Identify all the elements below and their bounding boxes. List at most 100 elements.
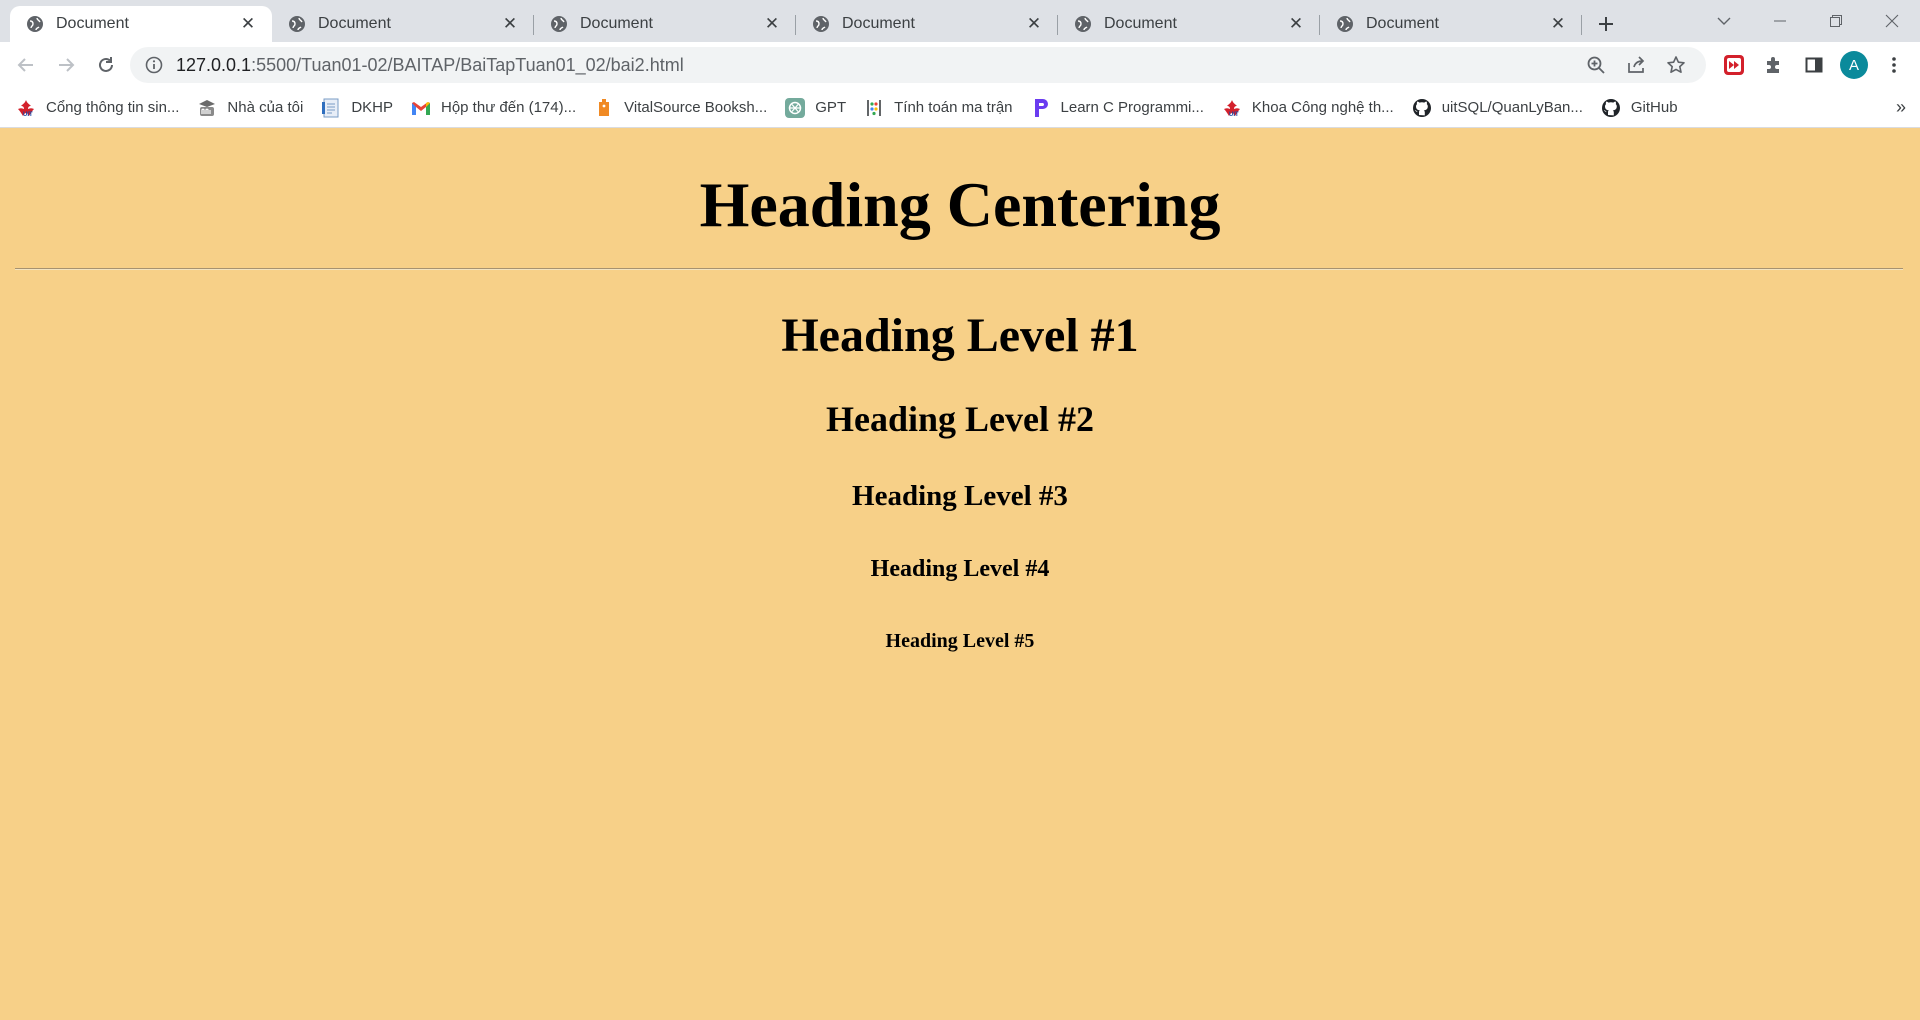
uit-logo-icon: UIT: [1222, 98, 1242, 118]
share-button[interactable]: [1616, 47, 1656, 83]
tab-title: Document: [56, 15, 129, 32]
svg-text:UIT: UIT: [23, 112, 33, 117]
extension-fast-forward-icon: [1724, 55, 1744, 75]
globe-icon: [813, 16, 829, 32]
bookmark-item[interactable]: GPT: [785, 97, 847, 118]
gmail-icon: [411, 98, 431, 118]
heading-level-1: Heading Level #1: [781, 309, 1139, 362]
bookmark-label: GPT: [815, 99, 847, 116]
tab-document-1[interactable]: Document ✕: [10, 6, 272, 42]
bookmark-label: Cổng thông tin sin...: [46, 99, 180, 116]
page-content: Heading Centering Heading Level #1 Headi…: [0, 128, 1920, 1020]
menu-button[interactable]: [1874, 45, 1914, 85]
bookmark-item[interactable]: VitalSource Booksh...: [594, 98, 767, 118]
extensions-menu-button[interactable]: [1754, 45, 1794, 85]
github-icon: [1412, 98, 1432, 118]
bookmark-label: Tính toán ma trận: [894, 99, 1013, 116]
reload-icon: [99, 57, 113, 72]
bookmark-item[interactable]: Tính toán ma trận: [864, 98, 1013, 118]
openai-icon: [785, 97, 806, 118]
zoom-button[interactable]: [1576, 47, 1616, 83]
close-icon[interactable]: ✕: [500, 14, 520, 34]
kebab-menu-icon: [1892, 57, 1896, 73]
window-controls: [1696, 0, 1920, 42]
programiz-icon: [1031, 98, 1051, 118]
avatar: A: [1840, 51, 1868, 79]
tab-separator: [1581, 15, 1582, 35]
bookmark-item[interactable]: GitHub: [1601, 98, 1678, 118]
address-bar[interactable]: 127.0.0.1:5500/Tuan01-02/BAITAP/BaiTapTu…: [130, 47, 1706, 83]
toolbar: 127.0.0.1:5500/Tuan01-02/BAITAP/BaiTapTu…: [0, 42, 1920, 88]
bookmark-item[interactable]: Nhà của tôi: [197, 98, 303, 118]
bookmark-item[interactable]: uitSQL/QuanLyBan...: [1412, 98, 1583, 118]
bookmarks-overflow-button[interactable]: »: [1896, 97, 1906, 118]
minimize-icon: [1774, 20, 1786, 22]
tab-document-4[interactable]: Document ✕: [796, 6, 1058, 42]
globe-icon: [27, 16, 43, 32]
browser-window: Document ✕ Document ✕ Document ✕ Documen…: [0, 0, 1920, 1020]
tab-search-button[interactable]: [1696, 0, 1752, 42]
zoom-in-icon: [1587, 56, 1605, 74]
bookmark-item[interactable]: UIT Khoa Công nghệ th...: [1222, 98, 1394, 118]
new-tab-button[interactable]: [1588, 6, 1624, 42]
svg-text:UIT: UIT: [1229, 112, 1239, 117]
close-window-button[interactable]: [1864, 0, 1920, 42]
heading-level-2: Heading Level #2: [826, 399, 1094, 439]
puzzle-icon: [1767, 57, 1779, 73]
bookmark-label: GitHub: [1630, 99, 1678, 116]
plus-icon: [1599, 17, 1613, 31]
bookmark-label: Learn C Programmi...: [1060, 99, 1204, 116]
heading-level-3: Heading Level #3: [852, 480, 1068, 512]
close-icon[interactable]: ✕: [1286, 14, 1306, 34]
close-icon[interactable]: ✕: [1024, 14, 1044, 34]
bookmark-item[interactable]: DKHP: [321, 98, 393, 118]
heading-level-4: Heading Level #4: [870, 556, 1050, 582]
side-panel-button[interactable]: [1794, 45, 1834, 85]
side-panel-icon: [1805, 57, 1823, 73]
bookmark-item[interactable]: UIT Cổng thông tin sin...: [16, 98, 179, 118]
moodle-icon: [197, 98, 217, 118]
globe-icon: [1337, 16, 1353, 32]
bookmark-item[interactable]: Hộp thư đến (174)...: [411, 98, 576, 118]
share-icon: [1628, 56, 1645, 73]
star-icon: [1667, 56, 1685, 73]
globe-icon: [289, 16, 305, 32]
url-text[interactable]: 127.0.0.1:5500/Tuan01-02/BAITAP/BaiTapTu…: [176, 55, 1576, 76]
heading-level-5: Heading Level #5: [885, 630, 1035, 652]
bookmark-item[interactable]: Learn C Programmi...: [1031, 98, 1204, 118]
uit-logo-icon: UIT: [16, 98, 36, 118]
close-icon[interactable]: ✕: [762, 14, 782, 34]
tab-title: Document: [1366, 15, 1439, 32]
document-icon: [321, 98, 341, 118]
vitalsource-icon: [594, 98, 614, 118]
close-icon[interactable]: ✕: [1548, 14, 1568, 34]
tab-document-5[interactable]: Document ✕: [1058, 6, 1320, 42]
github-icon: [1601, 98, 1621, 118]
restore-icon: [1830, 15, 1842, 27]
bookmark-label: Nhà của tôi: [227, 99, 304, 116]
chevron-down-icon: [1717, 17, 1731, 25]
tab-title: Document: [580, 15, 653, 32]
forward-button[interactable]: [46, 45, 86, 85]
bookmark-label: Hộp thư đến (174)...: [441, 99, 577, 116]
info-icon[interactable]: [144, 55, 164, 75]
tab-strip: Document ✕ Document ✕ Document ✕ Documen…: [0, 0, 1920, 42]
tab-document-2[interactable]: Document ✕: [272, 6, 534, 42]
back-button[interactable]: [6, 45, 46, 85]
minimize-button[interactable]: [1752, 0, 1808, 42]
bookmark-label: DKHP: [351, 99, 393, 116]
globe-icon: [551, 16, 567, 32]
extension-button[interactable]: [1714, 45, 1754, 85]
profile-button[interactable]: A: [1834, 45, 1874, 85]
close-icon[interactable]: ✕: [238, 14, 258, 34]
bookmark-button[interactable]: [1656, 47, 1696, 83]
arrow-left-icon: [17, 58, 33, 72]
horizontal-rule: [15, 268, 1903, 270]
tab-document-6[interactable]: Document ✕: [1320, 6, 1582, 42]
bookmarks-bar: UIT Cổng thông tin sin... Nhà của tôi DK…: [0, 88, 1920, 128]
arrow-right-icon: [59, 58, 75, 72]
tab-document-3[interactable]: Document ✕: [534, 6, 796, 42]
tab-title: Document: [318, 15, 391, 32]
restore-button[interactable]: [1808, 0, 1864, 42]
reload-button[interactable]: [86, 45, 126, 85]
